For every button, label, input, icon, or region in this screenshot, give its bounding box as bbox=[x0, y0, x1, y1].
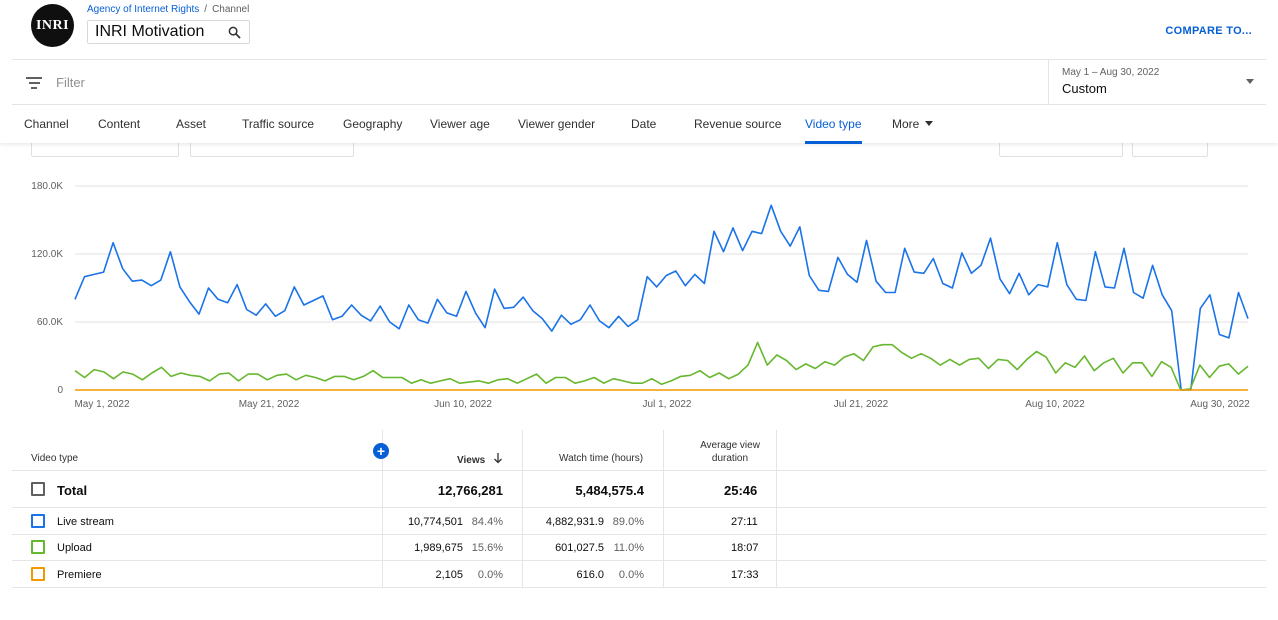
channel-logo[interactable]: INRI bbox=[31, 4, 74, 47]
tab-revenue-source[interactable]: Revenue source bbox=[694, 117, 781, 131]
row-watch-time: 616.0 bbox=[576, 569, 604, 581]
row-watch-pct: 11.0% bbox=[613, 542, 644, 554]
channel-picker[interactable]: INRI Motivation bbox=[87, 20, 250, 44]
tab-asset[interactable]: Asset bbox=[176, 117, 206, 131]
avg-header-line2: duration bbox=[711, 453, 749, 464]
row-avg-duration: 27:11 bbox=[731, 516, 758, 528]
sort-arrow-down-icon bbox=[493, 453, 502, 464]
channel-name: INRI Motivation bbox=[95, 23, 205, 40]
breadcrumb-parent-link[interactable]: Agency of Internet Rights bbox=[87, 4, 199, 15]
tab-video-type[interactable]: Video type bbox=[805, 117, 862, 144]
caret-down-icon bbox=[925, 121, 934, 126]
total-checkbox[interactable] bbox=[31, 482, 45, 496]
total-label: Total bbox=[57, 483, 88, 498]
dimension-tabs: Channel Content Asset Traffic source Geo… bbox=[0, 105, 1278, 144]
x-tick-label: Jul 21, 2022 bbox=[834, 399, 889, 410]
tab-more[interactable]: More bbox=[892, 117, 934, 131]
upload-checkbox[interactable] bbox=[31, 540, 45, 554]
date-preset-text: Custom bbox=[1062, 81, 1107, 96]
row-views: 2,105 bbox=[435, 569, 463, 581]
series-line-live-stream[interactable] bbox=[74, 204, 1249, 391]
table-total-row: Total 12,766,281 5,484,575.4 25:46 bbox=[12, 471, 1266, 508]
total-watch-time: 5,484,575.4 bbox=[575, 483, 644, 498]
row-views: 1,989,675 bbox=[414, 542, 463, 554]
row-label: Upload bbox=[57, 542, 92, 554]
tab-more-label: More bbox=[892, 117, 920, 131]
column-header-views[interactable]: Views bbox=[457, 453, 503, 466]
row-avg-duration: 17:33 bbox=[731, 569, 759, 581]
column-header-video-type: Video type bbox=[31, 453, 79, 464]
tab-content[interactable]: Content bbox=[98, 117, 140, 131]
date-range-text: May 1 – Aug 30, 2022 bbox=[1062, 67, 1160, 78]
x-tick-label: Jun 10, 2022 bbox=[434, 399, 492, 410]
y-tick-label: 0 bbox=[57, 385, 63, 396]
row-label: Live stream bbox=[57, 516, 114, 528]
filter-icon[interactable] bbox=[26, 76, 42, 90]
x-tick-label: May 1, 2022 bbox=[74, 399, 129, 410]
column-header-avg-view-duration: Average view duration bbox=[698, 440, 762, 464]
table-row: Upload 1,989,675 15.6% 601,027.5 11.0% 1… bbox=[12, 535, 1266, 561]
row-avg-duration: 18:07 bbox=[731, 542, 759, 554]
date-range-picker[interactable]: May 1 – Aug 30, 2022 Custom bbox=[1048, 60, 1266, 104]
row-label: Premiere bbox=[57, 569, 102, 581]
live-stream-checkbox[interactable] bbox=[31, 514, 45, 528]
total-avg-duration: 25:46 bbox=[724, 483, 758, 498]
page-header: INRI Agency of Internet Rights / Channel I… bbox=[0, 0, 1278, 60]
compare-to-button[interactable]: COMPARE TO... bbox=[1165, 25, 1252, 37]
y-tick-label: 60.0K bbox=[37, 317, 63, 328]
total-views: 12,766,281 bbox=[437, 483, 503, 498]
filter-bar: Filter May 1 – Aug 30, 2022 Custom bbox=[12, 59, 1266, 105]
row-watch-time: 601,027.5 bbox=[555, 542, 604, 554]
filter-input[interactable]: Filter bbox=[56, 75, 85, 90]
tab-date[interactable]: Date bbox=[631, 117, 656, 131]
x-tick-label: Aug 10, 2022 bbox=[1025, 399, 1085, 410]
tab-viewer-age[interactable]: Viewer age bbox=[430, 117, 490, 131]
chart-svg: 180.0K 120.0K 60.0K 0 May 1, 2022 May 21, 202… bbox=[31, 181, 1250, 410]
tab-geography[interactable]: Geography bbox=[343, 117, 402, 131]
tab-viewer-gender[interactable]: Viewer gender bbox=[518, 117, 595, 131]
logo-text: INRI bbox=[35, 17, 70, 33]
breadcrumb: Agency of Internet Rights / Channel bbox=[87, 4, 249, 15]
add-metric-button[interactable]: + bbox=[373, 443, 389, 459]
breadcrumb-separator: / bbox=[204, 4, 208, 15]
row-watch-time: 4,882,931.9 bbox=[545, 516, 604, 528]
row-views-pct: 0.0% bbox=[477, 569, 503, 581]
row-views-pct: 84.4% bbox=[471, 516, 503, 528]
x-tick-label: Aug 30, 2022 bbox=[1190, 399, 1250, 410]
table-row: Premiere 2,105 0.0% 616.0 0.0% 17:33 bbox=[12, 561, 1266, 588]
row-views: 10,774,501 bbox=[407, 516, 463, 528]
avg-header-line1: Average view bbox=[700, 440, 760, 451]
x-tick-label: Jul 1, 2022 bbox=[643, 399, 692, 410]
row-watch-pct: 89.0% bbox=[612, 516, 644, 528]
series-line-upload[interactable] bbox=[74, 341, 1249, 391]
row-views-pct: 15.6% bbox=[471, 542, 503, 554]
y-tick-label: 180.0K bbox=[31, 181, 63, 192]
caret-down-icon bbox=[1246, 79, 1254, 84]
breadcrumb-current: Channel bbox=[212, 4, 250, 15]
column-header-watch-time: Watch time (hours) bbox=[559, 453, 644, 464]
search-icon[interactable] bbox=[228, 26, 241, 39]
line-chart: 180.0K 120.0K 60.0K 0 May 1, 2022 May 21, 202… bbox=[0, 160, 1278, 420]
views-header-label: Views bbox=[457, 455, 486, 466]
y-tick-label: 120.0K bbox=[31, 249, 63, 260]
table-header-row: Video type Views Watch time (hours) Aver… bbox=[12, 430, 1266, 471]
tab-channel[interactable]: Channel bbox=[24, 117, 69, 131]
tab-traffic-source[interactable]: Traffic source bbox=[242, 117, 314, 131]
table-row: Live stream 10,774,501 84.4% 4,882,931.9… bbox=[12, 508, 1266, 535]
row-watch-pct: 0.0% bbox=[618, 569, 644, 581]
x-tick-label: May 21, 2022 bbox=[239, 399, 300, 410]
premiere-checkbox[interactable] bbox=[31, 567, 45, 581]
